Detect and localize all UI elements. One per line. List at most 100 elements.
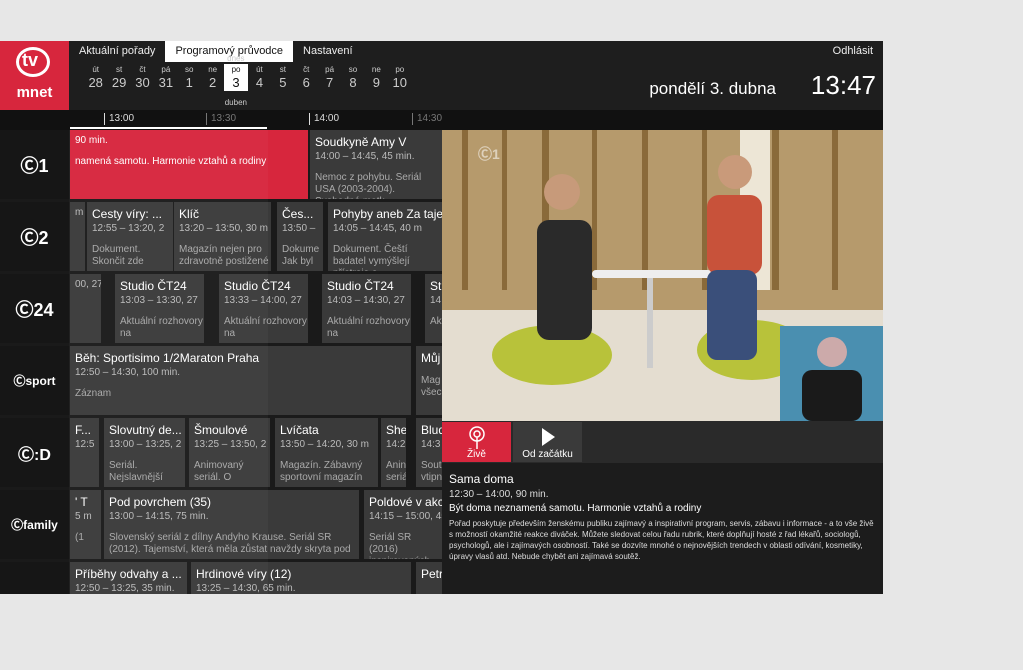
program-cell[interactable]: Poldové v akci 14:15 – 15:00, 45 Seriál SR…	[364, 490, 442, 559]
program-cell-time: 14:05 – 14:45, 40 m	[333, 223, 422, 234]
day-number: 6	[302, 75, 310, 90]
channel-logo[interactable]: Ⓒ24	[0, 274, 69, 343]
day-31[interactable]: pá 31	[154, 64, 177, 91]
program-cell-desc: Seriál SR (2016) inspirovaných sku	[369, 532, 430, 559]
day-9[interactable]: ne 9	[365, 64, 388, 91]
day-name: út	[92, 65, 100, 74]
program-cell-time: 13:50 –	[282, 223, 316, 234]
day-number: 2	[209, 75, 217, 90]
program-cell-title: Můj	[421, 351, 441, 365]
program-cell-title: Pohyby aneb Za taje...	[333, 207, 442, 221]
program-cell[interactable]: Lvíčata 13:50 – 14:20, 30 m Magazín. Zábav…	[275, 418, 378, 487]
day-10[interactable]: po 10	[388, 64, 411, 91]
day-selector: út 28st 29 čt 30 pá 31 so 1 ne 2 po 3 dnes duben út 4st 5…	[84, 54, 411, 107]
program-cell[interactable]: Soudkyně Amy V 14:00 – 14:45, 45 min. Nemo…	[310, 130, 442, 199]
program-cell-time: 13:50 – 14:20, 30 m	[280, 439, 369, 450]
day-number: 9	[372, 75, 380, 90]
program-cell-title: Lvíčata	[280, 423, 319, 437]
program-time: 12:30 – 14:00, 90 min.	[449, 489, 549, 500]
player-controls: Živě Od začátku	[442, 421, 883, 463]
live-button[interactable]: Živě	[442, 422, 511, 462]
day-6[interactable]: čt 6	[295, 64, 318, 91]
program-cell-time: 14:03 – 14:30, 27	[327, 295, 405, 306]
day-1[interactable]: so 1	[178, 64, 201, 91]
program-cell-title: St	[430, 279, 442, 293]
channel-logo[interactable]	[0, 562, 69, 594]
top-bar: tv mnet Aktuální pořady Programový průvo…	[0, 41, 883, 110]
program-cell[interactable]: Blud 14:3 Soute vtipn	[416, 418, 442, 487]
day-number: 30	[135, 75, 150, 90]
program-cell-title: Čes...	[282, 207, 314, 221]
program-cell-title: Poldové v akci	[369, 495, 442, 509]
day-name: čt	[139, 65, 146, 74]
broadcast-icon	[468, 426, 485, 449]
program-cell-desc: Soute vtipn	[421, 460, 442, 483]
day-30[interactable]: čt 30	[131, 64, 154, 91]
day-5[interactable]: st 5	[271, 64, 294, 91]
logo-name: mnet	[16, 84, 53, 101]
program-cell[interactable]: Čes... 13:50 – Dokume Jak byl	[277, 202, 323, 271]
day-name: út	[256, 65, 263, 74]
channel-logo[interactable]: Ⓒ2	[0, 202, 69, 271]
day-name: so	[348, 65, 358, 74]
day-3[interactable]: po 3 dnes duben	[224, 54, 248, 107]
day-7[interactable]: pá 7	[318, 64, 341, 91]
day-number: 8	[349, 75, 357, 90]
play-icon	[541, 428, 555, 446]
day-name: ne	[208, 65, 218, 74]
video-channel-mark: Ⓒ1	[478, 146, 500, 162]
logo-tv-text: tv	[22, 50, 39, 70]
program-cell[interactable]: She 14:2 Anin seriá	[381, 418, 406, 487]
time-tick: 14:00	[309, 113, 339, 125]
channel-logo[interactable]: Ⓒsport	[0, 346, 69, 415]
tab-settings[interactable]: Nastavení	[293, 41, 363, 62]
program-cell[interactable]: St 14 Ak	[425, 274, 442, 343]
time-tick: 13:00	[104, 113, 134, 125]
day-name: pá	[161, 65, 171, 74]
day-name: st	[115, 65, 123, 74]
channel-logo[interactable]: Ⓒ:D	[0, 418, 69, 487]
month-label: duben	[224, 98, 247, 107]
program-cell-time: 14:00 – 14:45, 45 min.	[315, 151, 415, 162]
current-date: pondělí 3. dubna	[649, 79, 776, 98]
program-cell-time: 14:15 – 15:00, 45	[369, 511, 442, 522]
mnet-logo[interactable]: tv mnet	[0, 41, 69, 110]
day-number: 1	[185, 75, 193, 90]
program-cell[interactable]: Studio ČT24 14:03 – 14:30, 27 Aktuální roz…	[322, 274, 411, 343]
program-cell-time: 14:2	[386, 439, 406, 450]
video-player[interactable]: Ⓒ1	[442, 130, 883, 421]
program-cell-title: Soudkyně Amy V	[315, 135, 407, 149]
day-2[interactable]: ne 2	[201, 64, 224, 91]
current-time-indicator	[70, 127, 267, 129]
channel-logo[interactable]: Ⓒ1	[0, 130, 69, 199]
channel-logo[interactable]: Ⓒfamily	[0, 490, 69, 559]
tab-current-shows[interactable]: Aktuální pořady	[69, 41, 165, 62]
program-cell[interactable]: Pohyby aneb Za taje... 14:05 – 14:45, 40 …	[328, 202, 442, 271]
timeline: 13:00 13:30 14:00 14:30	[0, 110, 883, 130]
day-name: po	[395, 65, 405, 74]
day-4[interactable]: út 4	[248, 64, 271, 91]
past-shade	[69, 130, 268, 594]
program-cell-time: 14:3	[421, 439, 441, 450]
day-28[interactable]: út 28	[84, 64, 107, 91]
day-number: 10	[392, 75, 407, 90]
day-name: st	[279, 65, 286, 74]
program-cell-desc: Mag všec	[421, 375, 442, 398]
day-number: 7	[325, 75, 334, 90]
main-tabs: Aktuální pořady Programový průvodce Nast…	[69, 41, 363, 62]
day-number: 3	[232, 75, 240, 90]
program-cell-desc: Magazín. Zábavný sportovní magazín	[280, 460, 363, 483]
program-cell-desc: Anin seriá	[386, 460, 406, 483]
logout-link[interactable]: Odhlásit	[833, 41, 873, 62]
program-description: Pořad poskytuje především ženskému publi…	[449, 519, 874, 561]
program-cell-desc: Dokume Jak byl	[282, 244, 320, 267]
day-29[interactable]: st 29	[107, 64, 130, 91]
today-label: dnes	[227, 54, 245, 63]
program-cell[interactable]: Můj Mag všec	[416, 346, 442, 415]
current-time: 13:47	[810, 70, 876, 100]
restart-button[interactable]: Od začátku	[513, 422, 582, 462]
program-cell[interactable]: Petr	[416, 562, 442, 594]
video-frame	[442, 130, 883, 421]
day-number: 28	[88, 75, 103, 90]
day-8[interactable]: so 8	[341, 64, 364, 91]
